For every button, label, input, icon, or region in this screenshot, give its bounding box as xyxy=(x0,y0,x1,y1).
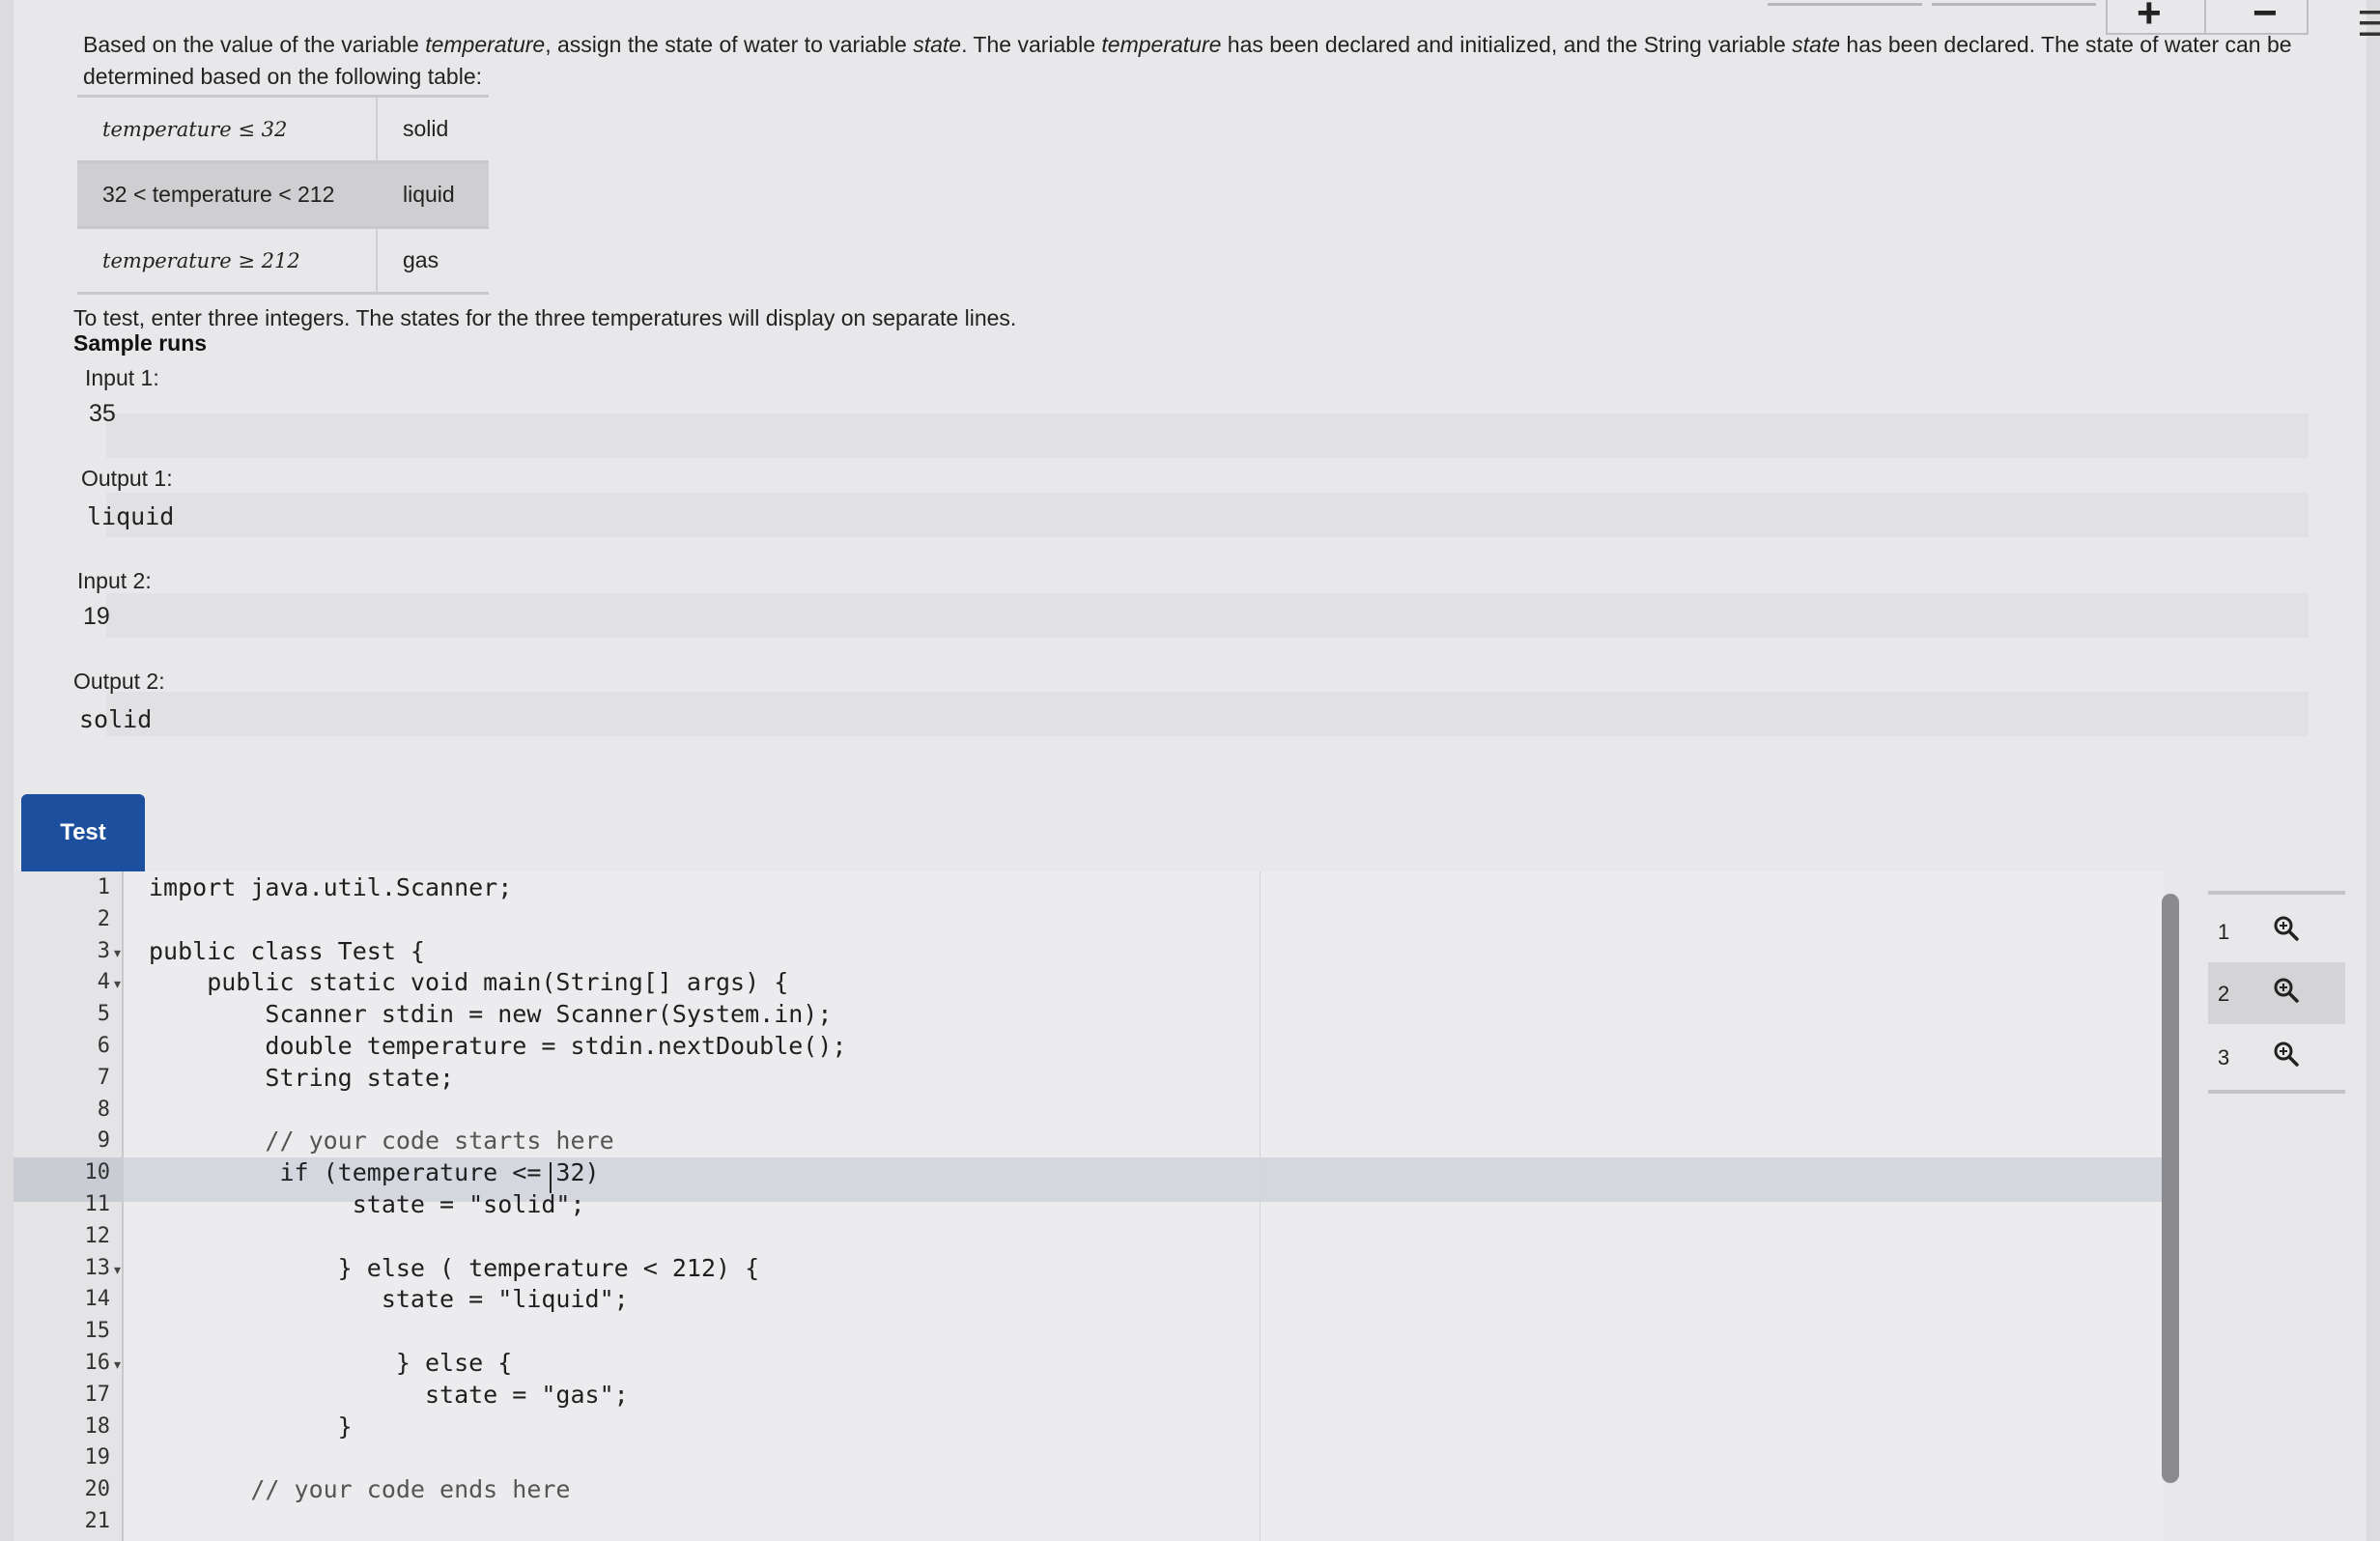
line-number: 6 xyxy=(97,1034,110,1058)
problem-prompt: Based on the value of the variable tempe… xyxy=(83,29,2305,93)
line-number: 14 xyxy=(84,1287,111,1311)
code-line[interactable]: if (temperature <= 32) xyxy=(149,1158,599,1186)
input1-label: Input 1: xyxy=(85,365,159,390)
output2-value: solid xyxy=(79,705,153,733)
magnify-plus-icon[interactable] xyxy=(2272,1040,2301,1069)
output1-value: liquid xyxy=(87,502,175,530)
line-number: 18 xyxy=(84,1414,111,1439)
row-band xyxy=(106,692,2309,736)
line-number: 21 xyxy=(84,1509,111,1533)
line-number: 15 xyxy=(84,1319,111,1343)
line-number: 17 xyxy=(84,1383,111,1407)
row-band xyxy=(106,414,2309,458)
caret-down-icon[interactable]: ▾ xyxy=(114,1262,121,1278)
divider xyxy=(2208,1090,2345,1094)
line-number: 12 xyxy=(84,1224,111,1248)
code-line[interactable]: // your code ends here xyxy=(149,1475,570,1503)
line-number: 2 xyxy=(97,907,110,931)
code-line[interactable]: double temperature = stdin.nextDouble(); xyxy=(149,1032,846,1060)
input2-label: Input 2: xyxy=(77,568,152,593)
code-line[interactable]: public class Test { xyxy=(149,937,425,965)
menu-icon[interactable]: ☰ xyxy=(2357,4,2380,44)
condition-cell: temperature ≥ 212 xyxy=(102,248,300,272)
table-row: 32 < temperature < 212 liquid xyxy=(77,161,489,228)
condition-cell: temperature ≤ 32 xyxy=(102,117,288,141)
test-case-number: 2 xyxy=(2218,982,2230,1006)
line-number: 13 xyxy=(84,1256,111,1280)
table-row: temperature ≤ 32 solid xyxy=(77,96,489,162)
prompt-text: , assign the state of water to variable xyxy=(545,32,914,57)
code-line[interactable]: import java.util.Scanner; xyxy=(149,873,512,901)
state-table: temperature ≤ 32 solid 32 < temperature … xyxy=(77,95,489,295)
code-line[interactable]: state = "solid"; xyxy=(149,1190,585,1218)
row-band xyxy=(106,593,2309,638)
state-cell: gas xyxy=(376,227,489,294)
line-number: 9 xyxy=(97,1128,110,1153)
top-tab[interactable] xyxy=(1932,0,2096,6)
test-case-number: 1 xyxy=(2218,920,2230,944)
line-number: 4 xyxy=(97,970,110,994)
code-line[interactable]: state = "liquid"; xyxy=(149,1285,629,1313)
prompt-variable: state xyxy=(1792,32,1841,57)
code-line[interactable]: } else { xyxy=(149,1349,512,1377)
prompt-variable: temperature xyxy=(425,32,546,57)
prompt-variable: state xyxy=(913,32,962,57)
caret-down-icon[interactable]: ▾ xyxy=(114,1356,121,1373)
line-number: 11 xyxy=(84,1192,111,1216)
line-number: 1 xyxy=(97,875,110,899)
prompt-text: has been declared and initialized, and t… xyxy=(1221,32,1793,57)
code-line[interactable]: } xyxy=(149,1413,353,1441)
code-line[interactable]: Scanner stdin = new Scanner(System.in); xyxy=(149,1000,832,1028)
test-case-number: 3 xyxy=(2218,1045,2230,1070)
code-line[interactable]: String state; xyxy=(149,1064,454,1092)
state-cell: solid xyxy=(376,96,489,162)
test-case-item[interactable]: 1 xyxy=(2208,900,2345,962)
prompt-text: Based on the value of the variable xyxy=(83,32,426,57)
caret-down-icon[interactable]: ▾ xyxy=(114,976,121,992)
magnify-plus-icon[interactable] xyxy=(2272,976,2301,1005)
input1-value: 35 xyxy=(89,400,116,427)
line-number: 16 xyxy=(84,1351,111,1375)
code-line[interactable]: // your code starts here xyxy=(149,1127,613,1155)
line-number: 20 xyxy=(84,1477,111,1501)
test-case-item[interactable]: 3 xyxy=(2208,1026,2345,1088)
editor-scrollbar-thumb[interactable] xyxy=(2162,894,2179,1483)
magnify-plus-icon[interactable] xyxy=(2272,914,2301,943)
caret-down-icon[interactable]: ▾ xyxy=(114,945,121,961)
output2-label: Output 2: xyxy=(73,669,165,694)
test-button[interactable]: Test xyxy=(21,794,145,871)
table-row: temperature ≥ 212 gas xyxy=(77,227,489,294)
line-number: 8 xyxy=(97,1098,110,1122)
code-line[interactable]: } else ( temperature < 212) { xyxy=(149,1254,760,1282)
state-cell: liquid xyxy=(376,161,489,228)
print-margin xyxy=(1260,871,1261,1541)
text-cursor xyxy=(550,1162,552,1193)
condition-cell: 32 < temperature < 212 xyxy=(77,161,377,228)
prompt-variable: temperature xyxy=(1101,32,1222,57)
line-number: 5 xyxy=(97,1002,110,1026)
line-number: 3 xyxy=(97,939,110,963)
code-line[interactable]: state = "gas"; xyxy=(149,1381,629,1409)
output1-label: Output 1: xyxy=(81,466,173,491)
code-line[interactable]: public static void main(String[] args) { xyxy=(149,968,788,996)
top-tab[interactable] xyxy=(1768,0,1922,6)
line-number: 10 xyxy=(84,1160,111,1184)
prompt-text: . The variable xyxy=(961,32,1102,57)
line-number: 19 xyxy=(84,1445,111,1470)
line-number: 7 xyxy=(97,1066,110,1090)
input2-value: 19 xyxy=(83,603,110,630)
row-band xyxy=(106,493,2309,537)
divider xyxy=(2204,0,2206,33)
sample-runs-title: Sample runs xyxy=(73,330,208,356)
test-case-item[interactable]: 2 xyxy=(2208,962,2345,1024)
test-instructions: To test, enter three integers. The state… xyxy=(73,305,1017,330)
divider xyxy=(2208,891,2345,895)
